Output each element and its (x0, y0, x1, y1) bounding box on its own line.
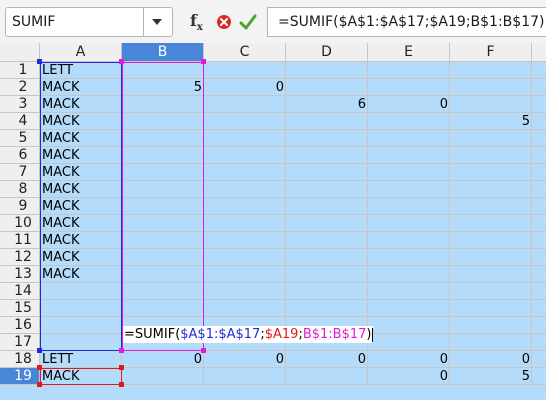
cell-a5[interactable]: MACK (40, 130, 122, 147)
row-header-9[interactable]: 9 (0, 198, 40, 215)
row-header-2[interactable]: 2 (0, 79, 40, 96)
row-header-5[interactable]: 5 (0, 130, 40, 147)
row-header-3[interactable]: 3 (0, 96, 40, 113)
column-header-d[interactable]: D (286, 43, 368, 62)
fx-sub: x (196, 22, 203, 34)
row-header-10[interactable]: 10 (0, 215, 40, 232)
cell-a13[interactable]: MACK (40, 266, 122, 283)
cell-a9[interactable]: MACK (40, 198, 122, 215)
row-header-12[interactable]: 12 (0, 249, 40, 266)
reference-range-b1-b17-handle[interactable] (201, 348, 206, 353)
cell-e19[interactable]: 0 (368, 368, 450, 385)
reference-range-b1-b17-handle[interactable] (119, 348, 124, 353)
cell-a12[interactable]: MACK (40, 249, 122, 266)
reference-range-a1-a17-handle[interactable] (37, 348, 42, 353)
row-header-11[interactable]: 11 (0, 232, 40, 249)
column-header-c[interactable]: C (204, 43, 286, 62)
name-box-dropdown-button[interactable] (143, 8, 172, 36)
cell-a1[interactable]: LETT (40, 62, 122, 79)
column-header-a[interactable]: A (40, 43, 122, 62)
cell-a7[interactable]: MACK (40, 164, 122, 181)
row-header-15[interactable]: 15 (0, 300, 40, 317)
name-box[interactable]: SUMIF (5, 7, 173, 37)
cell-a18[interactable]: LETT (40, 351, 122, 368)
column-header-b[interactable]: B (122, 43, 204, 62)
row-header-19[interactable]: 19 (0, 368, 40, 385)
gridline-horizontal (40, 299, 546, 300)
row-header-1[interactable]: 1 (0, 62, 40, 79)
cell-f18[interactable]: 0 (450, 351, 532, 368)
formula-input[interactable]: =SUMIF($A$1:$A$17;$A19;B$1:B$17) (267, 7, 546, 37)
row-header-17[interactable]: 17 (0, 334, 40, 351)
cell-f4[interactable]: 5 (450, 113, 532, 130)
formula-ref-2: $A19 (264, 327, 299, 342)
cancel-icon[interactable] (216, 14, 232, 30)
function-wizard-icon[interactable]: fx (190, 11, 203, 33)
cell-b18[interactable]: 0 (122, 351, 204, 368)
formula-toolbar: SUMIF fx =SUMIF($A$1:$A$17;$A19;B$1:B$17… (0, 0, 546, 44)
row-header-18[interactable]: 18 (0, 351, 40, 368)
cell-a19[interactable]: MACK (40, 368, 122, 385)
cell-c18[interactable]: 0 (204, 351, 286, 368)
row-header-6[interactable]: 6 (0, 147, 40, 164)
cell-e3[interactable]: 0 (368, 96, 450, 113)
name-box-text: SUMIF (12, 14, 56, 30)
gridline-horizontal (40, 316, 546, 317)
column-header-e[interactable]: E (368, 43, 450, 62)
cell-a2[interactable]: MACK (40, 79, 122, 96)
text-caret (371, 327, 373, 342)
reference-range-b1-b17-handle[interactable] (119, 59, 124, 64)
formula-ref-3: B$1:B$17 (302, 327, 367, 342)
row-header-14[interactable]: 14 (0, 283, 40, 300)
gridline-vertical (531, 62, 532, 385)
reference-cell-a19-handle[interactable] (37, 382, 42, 387)
spreadsheet-grid[interactable]: A B C D E F 1 2 3 4 5 6 7 8 9 10 11 12 13 14 15 16 17 18 19 LETT M… (0, 43, 546, 400)
reference-range-b1-b17[interactable] (122, 62, 204, 351)
reference-cell-a19-handle[interactable] (119, 365, 124, 370)
fx-label: f (190, 11, 197, 30)
reference-cell-a19-handle[interactable] (119, 382, 124, 387)
row-header-13[interactable]: 13 (0, 266, 40, 283)
in-cell-formula-editor[interactable]: =SUMIF($A$1:$A$17;$A19;B$1:B$17) (123, 326, 373, 343)
formula-prefix: =SUMIF( (124, 327, 181, 342)
select-all-corner[interactable] (0, 43, 40, 62)
cell-b2[interactable]: 5 (122, 79, 204, 96)
cell-a8[interactable]: MACK (40, 181, 122, 198)
reference-cell-a19-handle[interactable] (37, 365, 42, 370)
column-header-f[interactable]: F (450, 43, 532, 62)
chevron-down-icon (152, 19, 162, 25)
cell-a4[interactable]: MACK (40, 113, 122, 130)
cell-a11[interactable]: MACK (40, 232, 122, 249)
cell-c2[interactable]: 0 (204, 79, 286, 96)
cell-d18[interactable]: 0 (286, 351, 368, 368)
reference-range-b1-b17-handle[interactable] (201, 59, 206, 64)
formula-ref-1: $A$1:$A$17 (180, 327, 261, 342)
row-header-4[interactable]: 4 (0, 113, 40, 130)
column-header-partial[interactable] (532, 43, 546, 62)
accept-checkmark-icon[interactable] (239, 13, 257, 31)
reference-range-a1-a17-handle[interactable] (37, 59, 42, 64)
cell-f19[interactable]: 5 (450, 368, 532, 385)
cell-d3[interactable]: 6 (286, 96, 368, 113)
cell-e18[interactable]: 0 (368, 351, 450, 368)
row-header-8[interactable]: 8 (0, 181, 40, 198)
cell-a3[interactable]: MACK (40, 96, 122, 113)
row-header-16[interactable]: 16 (0, 317, 40, 334)
row-header-7[interactable]: 7 (0, 164, 40, 181)
formula-text: =SUMIF($A$1:$A$17;$A19;B$1:B$17) (278, 14, 545, 30)
cell-a6[interactable]: MACK (40, 147, 122, 164)
cell-a10[interactable]: MACK (40, 215, 122, 232)
